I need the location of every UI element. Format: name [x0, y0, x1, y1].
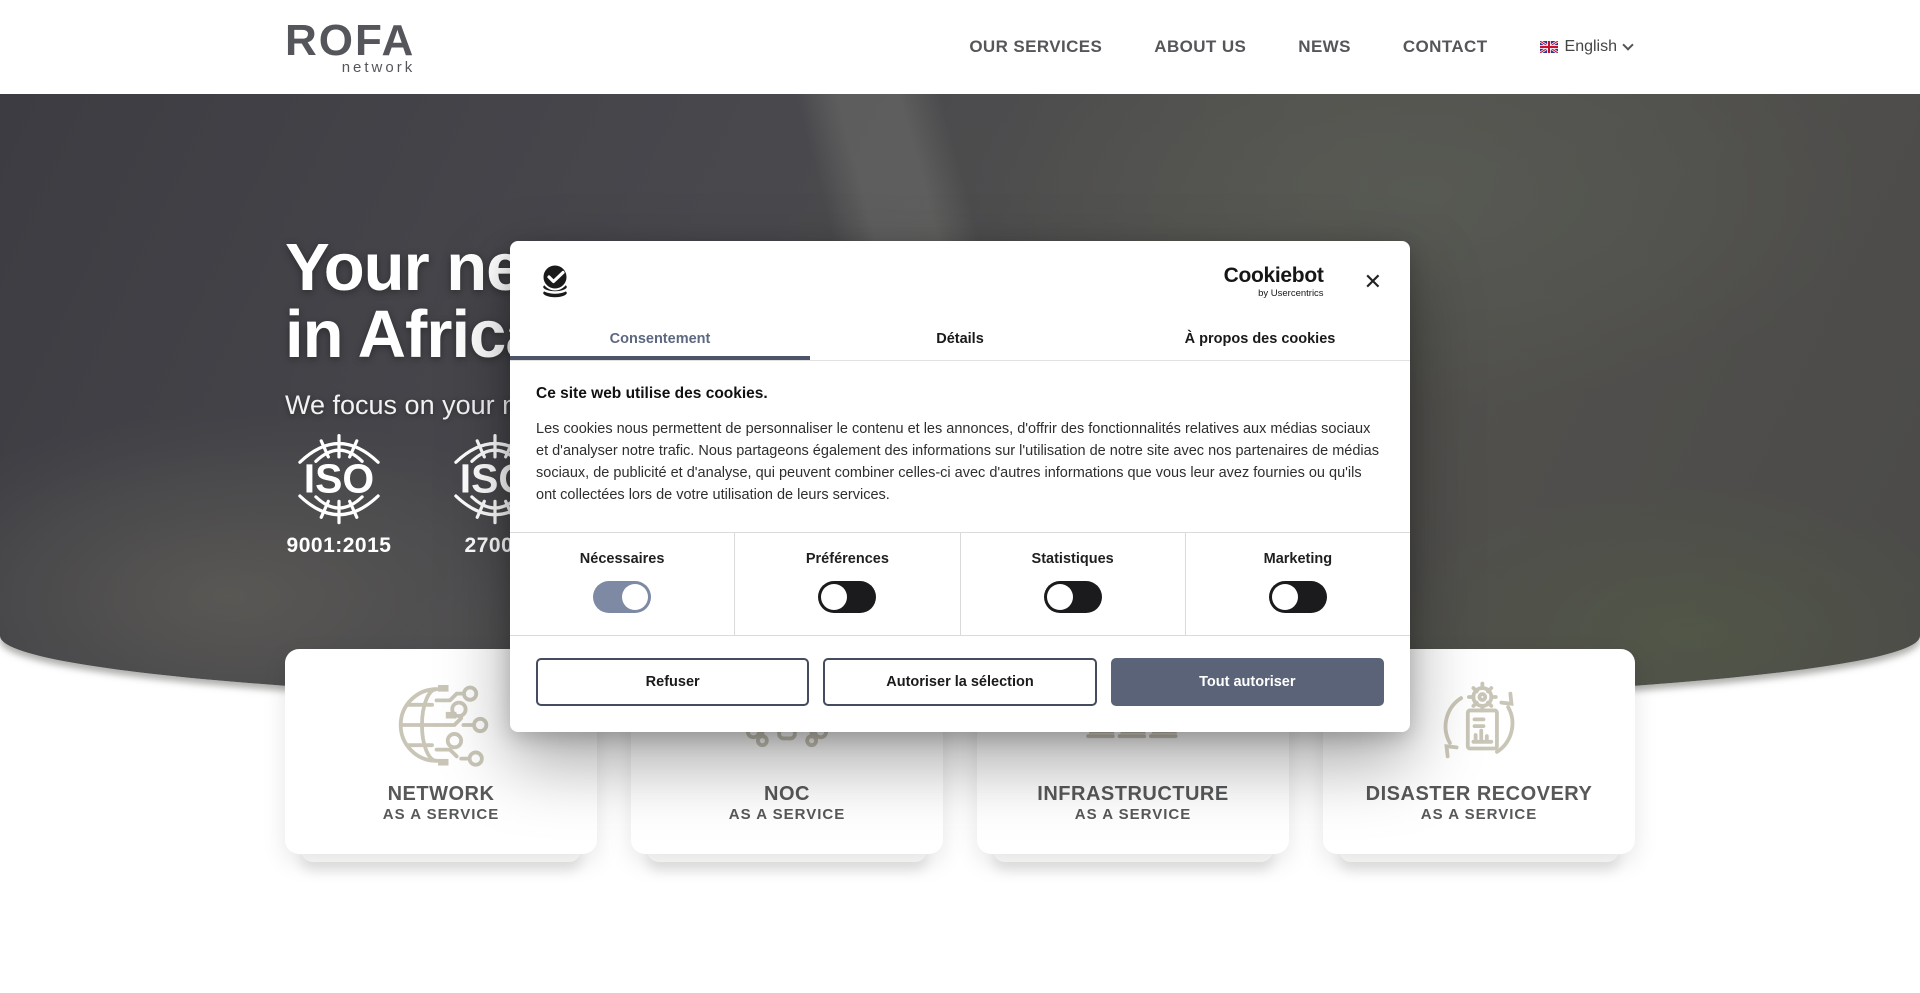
allow-all-button[interactable]: Tout autoriser	[1111, 658, 1384, 706]
consent-col-necessaires: Nécessaires	[510, 533, 735, 635]
hero-text: Your ne in Africa We focus on your ne	[285, 234, 542, 421]
toggle-statistiques[interactable]	[1044, 581, 1102, 613]
consent-categories: Nécessaires Préférences Statistiques Mar…	[510, 532, 1410, 636]
tab-details[interactable]: Détails	[810, 317, 1110, 360]
hero-heading-line1: Your ne	[285, 234, 542, 301]
service-title: INFRASTRUCTURE	[1037, 783, 1228, 806]
iso-9001-badge: ISO 9001:2015	[285, 432, 393, 558]
toggle-marketing[interactable]	[1269, 581, 1327, 613]
language-selector[interactable]: English	[1540, 38, 1632, 56]
toggle-knob	[1047, 584, 1073, 610]
consent-label: Préférences	[735, 551, 959, 567]
toggle-preferences[interactable]	[818, 581, 876, 613]
refuse-button[interactable]: Refuser	[536, 658, 809, 706]
service-title: NETWORK	[388, 783, 495, 806]
allow-selection-button[interactable]: Autoriser la sélection	[823, 658, 1096, 706]
service-subtitle: AS A SERVICE	[1075, 806, 1191, 823]
chevron-down-icon	[1622, 39, 1633, 50]
toggle-knob	[1272, 584, 1298, 610]
service-title: NOC	[764, 783, 810, 806]
hero-subheading: We focus on your ne	[285, 390, 542, 421]
disaster-recovery-arrows-gear-icon	[1423, 669, 1535, 781]
hero-heading: Your ne in Africa	[285, 234, 542, 368]
nav-item-news[interactable]: NEWS	[1298, 37, 1351, 57]
nav-item-about-us[interactable]: ABOUT US	[1154, 37, 1246, 57]
service-subtitle: AS A SERVICE	[729, 806, 845, 823]
consent-col-marketing: Marketing	[1186, 533, 1410, 635]
tab-consentement[interactable]: Consentement	[510, 317, 810, 360]
main-nav: OUR SERVICES ABOUT US NEWS CONTACT Engli…	[969, 37, 1632, 57]
network-globe-circuit-icon	[385, 669, 497, 781]
toggle-knob	[622, 584, 648, 610]
cookie-dialog-title: Ce site web utilise des cookies.	[536, 385, 1384, 403]
cookie-consent-dialog: Cookiebot by Usercentrics ✕ Consentement…	[510, 241, 1410, 732]
consent-label: Marketing	[1186, 551, 1410, 567]
nav-item-our-services[interactable]: OUR SERVICES	[969, 37, 1102, 57]
cookiebot-byline: by Usercentrics	[1224, 288, 1324, 299]
close-icon[interactable]: ✕	[1364, 271, 1382, 293]
iso-badge-label: 9001:2015	[287, 534, 392, 558]
cookiebot-badge-icon	[536, 263, 574, 301]
service-subtitle: AS A SERVICE	[1421, 806, 1537, 823]
logo-title: ROFA	[285, 19, 415, 63]
iso-globe-icon: ISO	[285, 432, 393, 528]
hero-heading-line2: in Africa	[285, 301, 542, 368]
cookie-dialog-actions: Refuser Autoriser la sélection Tout auto…	[510, 636, 1410, 732]
uk-flag-icon	[1540, 41, 1558, 53]
language-label: English	[1565, 38, 1617, 56]
rofa-logo[interactable]: ROFA network	[285, 19, 415, 76]
toggle-knob	[821, 584, 847, 610]
site-header: ROFA network OUR SERVICES ABOUT US NEWS …	[0, 0, 1920, 94]
cookie-dialog-tabs: Consentement Détails À propos des cookie…	[510, 317, 1410, 361]
cookie-dialog-description: Les cookies nous permettent de personnal…	[536, 418, 1384, 506]
cookiebot-brand: Cookiebot by Usercentrics	[1224, 265, 1324, 299]
consent-col-preferences: Préférences	[735, 533, 960, 635]
tab-a-propos[interactable]: À propos des cookies	[1110, 317, 1410, 360]
cookie-dialog-header: Cookiebot by Usercentrics ✕	[510, 241, 1410, 317]
consent-label: Statistiques	[961, 551, 1185, 567]
cookie-dialog-body: Ce site web utilise des cookies. Les coo…	[510, 361, 1410, 636]
service-title: DISASTER RECOVERY	[1366, 783, 1593, 806]
nav-item-contact[interactable]: CONTACT	[1403, 37, 1488, 57]
consent-col-statistiques: Statistiques	[961, 533, 1186, 635]
service-subtitle: AS A SERVICE	[383, 806, 499, 823]
toggle-necessaires[interactable]	[593, 581, 651, 613]
consent-label: Nécessaires	[510, 551, 734, 567]
cookiebot-wordmark: Cookiebot	[1224, 265, 1324, 286]
svg-text:ISO: ISO	[304, 455, 374, 501]
